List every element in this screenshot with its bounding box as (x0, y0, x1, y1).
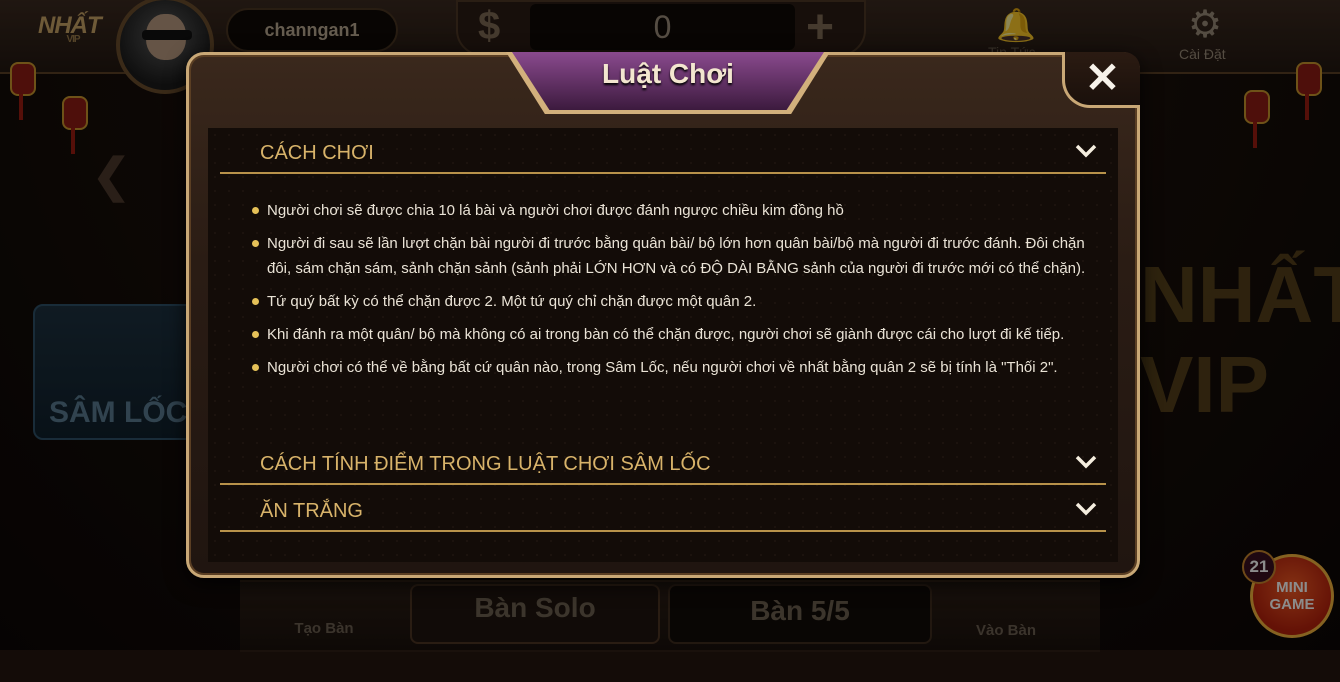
chevron-down-icon (1075, 502, 1097, 516)
dialog-title: Luật Chơi (602, 58, 734, 89)
rule-item: Người chơi sẽ được chia 10 lá bài và ngư… (248, 198, 1108, 223)
section-title: CÁCH TÍNH ĐIỂM TRONG LUẬT CHƠI SÂM LỐC (260, 453, 711, 475)
close-button[interactable]: ✕ (1062, 52, 1140, 108)
close-icon: ✕ (1084, 54, 1121, 101)
section-title: CÁCH CHƠI (260, 142, 374, 164)
chevron-down-icon (1075, 455, 1097, 469)
chevron-down-icon (1075, 144, 1097, 158)
rules-list: Người chơi sẽ được chia 10 lá bài và ngư… (248, 198, 1108, 388)
section-header-cach-choi[interactable]: CÁCH CHƠI (220, 130, 1106, 174)
section-header-cach-tinh-diem[interactable]: CÁCH TÍNH ĐIỂM TRONG LUẬT CHƠI SÂM LỐC (220, 441, 1106, 485)
section-title: ĂN TRẮNG (260, 500, 363, 522)
rule-item: Người chơi có thể về bằng bất cứ quân nà… (248, 355, 1108, 380)
rule-item: Tứ quý bất kỳ có thể chặn được 2. Một tứ… (248, 289, 1108, 314)
section-header-an-trang[interactable]: ĂN TRẮNG (220, 488, 1106, 532)
rule-item: Người đi sau sẽ lần lượt chặn bài người … (248, 231, 1108, 281)
rule-item: Khi đánh ra một quân/ bộ mà không có ai … (248, 322, 1108, 347)
